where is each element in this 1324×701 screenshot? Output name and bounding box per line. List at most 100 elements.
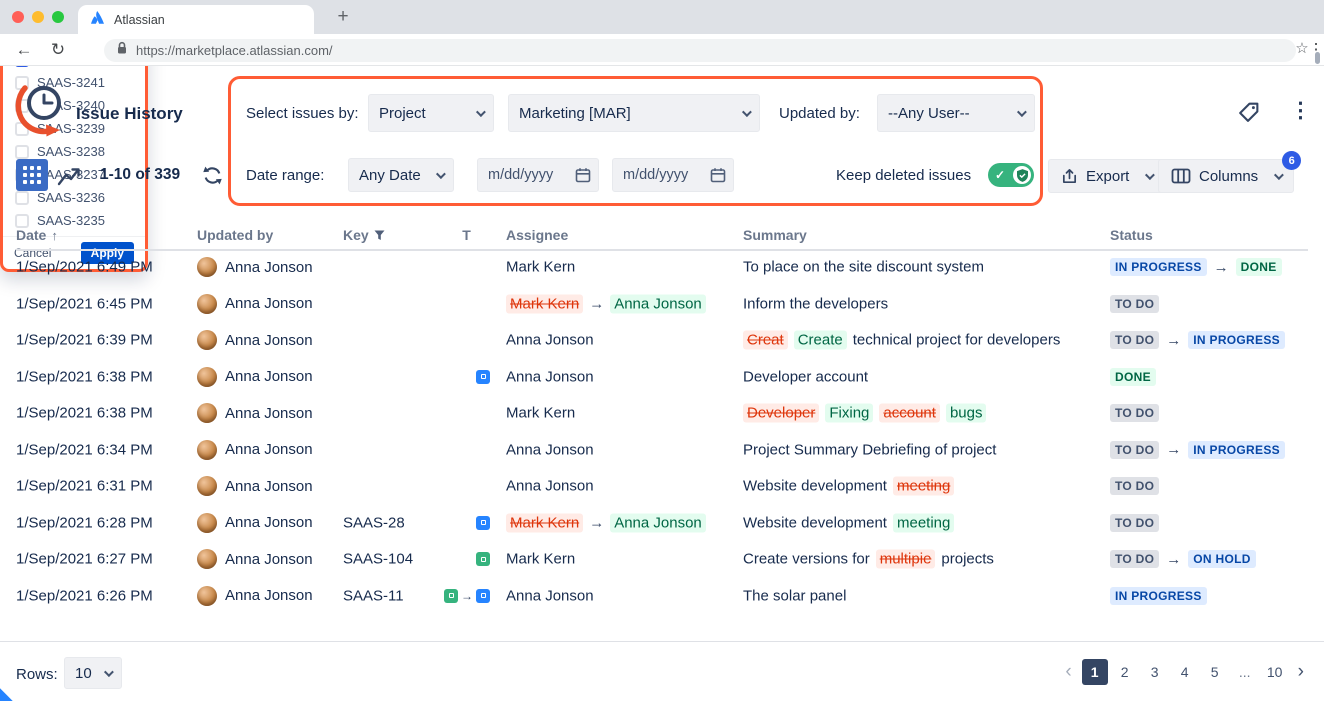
select-issues-by-dropdown[interactable]: Project [368, 94, 494, 132]
project-dropdown[interactable]: Marketing [MAR] [508, 94, 760, 132]
text: Mark Kern [506, 259, 575, 276]
avatar [197, 330, 217, 350]
cell-type: → [443, 589, 490, 603]
export-button[interactable]: Export [1048, 159, 1165, 193]
columns-button[interactable]: Columns 6 [1158, 159, 1294, 193]
avatar [197, 513, 217, 533]
cell-type [443, 370, 490, 384]
zoom-window-button[interactable] [52, 11, 64, 23]
next-page-button[interactable]: › [1292, 661, 1310, 683]
cell-updated-by: Anna Jonson [197, 586, 339, 606]
previous-page-button[interactable]: ‹ [1059, 661, 1077, 683]
tab-title: Atlassian [114, 13, 165, 27]
cell-assignee: Anna Jonson [506, 441, 740, 458]
page-button[interactable]: 3 [1142, 659, 1168, 685]
reload-button[interactable]: ↻ [46, 38, 70, 62]
chevron-down-icon [1274, 170, 1284, 180]
filter-funnel-icon[interactable] [374, 230, 385, 241]
cell-date: 1/Sep/2021 6:28 PM [16, 514, 192, 531]
cell-date: 1/Sep/2021 6:27 PM [16, 551, 192, 568]
cell-date: 1/Sep/2021 6:39 PM [16, 332, 192, 349]
cell-status: TO DO [1110, 514, 1316, 532]
pagination-pages: 12345...10 [1082, 659, 1288, 685]
removed-text: account [879, 404, 940, 423]
checkbox-unchecked-icon[interactable] [15, 191, 29, 205]
table-row: 1/Sep/2021 6:28 PMAnna JonsonSAAS-28Mark… [0, 505, 1324, 542]
change-arrow-icon: → [461, 589, 473, 603]
updated-by-name: Anna Jonson [225, 295, 313, 312]
page-button[interactable]: 4 [1172, 659, 1198, 685]
calendar-icon[interactable] [710, 167, 726, 183]
column-header-status[interactable]: Status [1110, 227, 1316, 243]
cell-updated-by: Anna Jonson [197, 403, 339, 423]
calendar-icon[interactable] [575, 167, 591, 183]
cell-date: 1/Sep/2021 6:26 PM [16, 587, 192, 604]
check-icon: ✓ [995, 168, 1005, 182]
sort-asc-icon: ↑ [51, 228, 58, 243]
task-blue-issue-type-icon [476, 370, 490, 384]
task-blue-issue-type-icon [476, 589, 490, 603]
removed-text: Creat [743, 331, 788, 350]
removed-text: Mark Kern [506, 294, 583, 313]
column-header-key[interactable]: Key [343, 227, 441, 243]
cell-summary: Developer account [743, 368, 1107, 385]
refresh-button[interactable] [202, 165, 223, 191]
page-button: ... [1232, 659, 1258, 685]
updated-by-name: Anna Jonson [225, 551, 313, 568]
cell-assignee: Mark Kern [506, 551, 740, 568]
page-button[interactable]: 5 [1202, 659, 1228, 685]
page-button[interactable]: 2 [1112, 659, 1138, 685]
keep-deleted-label: Keep deleted issues [836, 167, 971, 184]
column-header-summary[interactable]: Summary [743, 227, 1107, 243]
updated-by-name: Anna Jonson [225, 441, 313, 458]
text: Anna Jonson [506, 441, 594, 458]
new-tab-button[interactable]: + [330, 4, 356, 30]
kebab-menu-icon[interactable]: ⋮ [1290, 98, 1312, 123]
scrollbar-thumb[interactable] [1315, 52, 1320, 64]
column-header-assignee[interactable]: Assignee [506, 227, 740, 243]
rows-per-page-select[interactable]: 10 [64, 657, 122, 689]
cell-updated-by: Anna Jonson [197, 330, 339, 350]
column-header-updated-by[interactable]: Updated by [197, 227, 339, 243]
close-window-button[interactable] [12, 11, 24, 23]
chart-view-button[interactable] [54, 161, 84, 191]
date-to-field [612, 158, 734, 192]
added-text: Anna Jonson [610, 294, 706, 313]
table-row: 1/Sep/2021 6:38 PMAnna JonsonMark KernDe… [0, 395, 1324, 432]
text: Website development [743, 514, 887, 531]
tag-icon[interactable] [1236, 100, 1261, 130]
cell-date: 1/Sep/2021 6:38 PM [16, 405, 192, 422]
column-header-type[interactable]: T [443, 227, 490, 243]
date-range-dropdown[interactable]: Any Date [348, 158, 454, 192]
column-header-date[interactable]: Date ↑ [16, 227, 192, 243]
cell-summary: Website developmentmeeting [743, 513, 1107, 532]
updated-by-value: --Any User-- [888, 105, 970, 122]
status-badge: TO DO [1110, 295, 1159, 313]
address-bar[interactable]: https://marketplace.atlassian.com/ [104, 39, 1296, 62]
task-blue-issue-type-icon [476, 516, 490, 530]
cell-updated-by: Anna Jonson [197, 367, 339, 387]
status-badge: TO DO [1110, 477, 1159, 495]
page-button[interactable]: 10 [1262, 659, 1288, 685]
checkbox-unchecked-icon[interactable] [15, 145, 29, 159]
updated-by-dropdown[interactable]: --Any User-- [877, 94, 1035, 132]
story-green-issue-type-icon [444, 589, 458, 603]
chevron-down-icon [436, 169, 446, 179]
browser-menu-icon[interactable]: ⋮ [1304, 38, 1324, 62]
browser-tab[interactable]: Atlassian [78, 5, 314, 34]
updated-by-name: Anna Jonson [225, 405, 313, 422]
export-icon [1061, 168, 1078, 185]
back-button[interactable]: ← [12, 38, 36, 62]
cell-status: IN PROGRESS→DONE [1110, 258, 1316, 276]
table-row: 1/Sep/2021 6:45 PMAnna JonsonMark Kern→A… [0, 286, 1324, 323]
cell-summary: The solar panel [743, 587, 1107, 604]
page-button[interactable]: 1 [1082, 659, 1108, 685]
grid-view-button[interactable] [16, 159, 48, 191]
cell-status: TO DO [1110, 477, 1316, 495]
minimize-window-button[interactable] [32, 11, 44, 23]
cell-summary: Project Summary Debriefing of project [743, 441, 1107, 458]
text: To place on the site discount system [743, 259, 984, 276]
keep-deleted-toggle[interactable]: ✓ [988, 163, 1034, 187]
cell-key: SAAS-104 [343, 551, 441, 568]
issue-table-body: 1/Sep/2021 6:49 PMAnna JonsonMark KernTo… [0, 249, 1324, 614]
